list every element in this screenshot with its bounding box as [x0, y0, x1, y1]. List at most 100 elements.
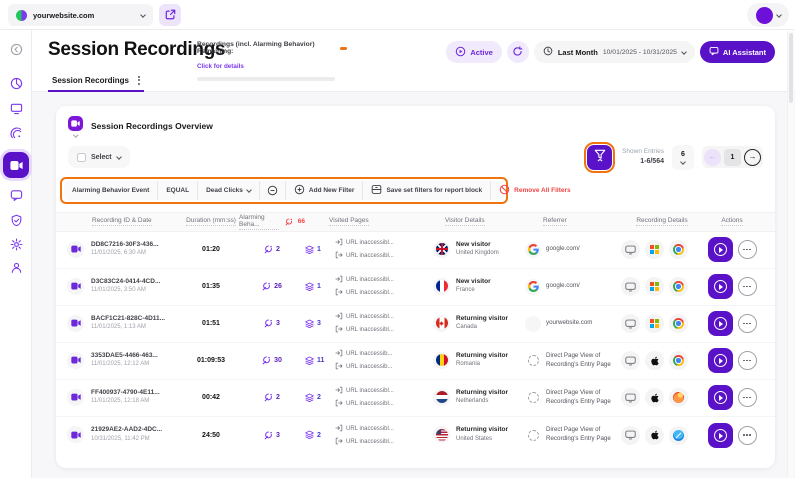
play-recording-button[interactable]: [708, 274, 733, 299]
sidebar-item-chat[interactable]: [9, 188, 24, 203]
sidebar-item-shield[interactable]: [9, 213, 24, 228]
sidebar-item-recordings[interactable]: [3, 152, 29, 178]
play-recording-button[interactable]: [708, 348, 733, 373]
visitor-type: New visitor: [456, 241, 499, 249]
col-duration[interactable]: Duration (mm:ss): [186, 217, 236, 226]
save-filters-button[interactable]: Save set filters for report block: [363, 181, 491, 200]
play-icon: [714, 317, 727, 330]
chrome-browser-icon: [669, 240, 688, 259]
remove-all-filters-button[interactable]: Remove All Filters: [491, 181, 578, 200]
date-range-picker[interactable]: Last Month 10/01/2025 - 10/31/2025: [534, 41, 695, 63]
sidebar-item-profile[interactable]: [9, 260, 24, 275]
chevron-down-icon[interactable]: [73, 132, 78, 137]
col-referrer[interactable]: Referrer: [543, 217, 567, 226]
scrollbar[interactable]: [787, 31, 794, 477]
select-checkbox[interactable]: [77, 153, 86, 162]
active-status-button[interactable]: Active: [446, 41, 502, 63]
col-alarming[interactable]: Alarming Beha...: [239, 214, 279, 230]
filter-operator[interactable]: EQUAL: [158, 181, 198, 200]
row-more-button[interactable]: [738, 388, 757, 407]
entry-page[interactable]: URL inaccessib...: [335, 349, 392, 359]
open-site-button[interactable]: [159, 4, 181, 26]
entry-url: URL inaccessibl...: [346, 426, 394, 432]
col-visitor-details[interactable]: Visitor Details: [445, 217, 485, 226]
exit-page[interactable]: URL inaccessibl...: [335, 437, 394, 447]
col-actions: Actions: [721, 217, 742, 226]
alarming-count: 3: [276, 432, 280, 439]
desktop-device-icon: [621, 314, 640, 333]
blank-favicon: [525, 316, 541, 332]
alarming-behavior-icon: [262, 356, 271, 365]
col-recording-id[interactable]: Recording ID & Date: [92, 217, 152, 226]
page-size-select[interactable]: 6: [672, 145, 694, 170]
duration-value: 01:51: [202, 320, 220, 327]
entry-page[interactable]: URL inaccessibl...: [335, 275, 394, 285]
table-row[interactable]: 21929AE2-AAD2-4DC... 10/31/2025, 11:42 P…: [56, 417, 775, 454]
next-page-button[interactable]: →: [744, 149, 761, 166]
table-row[interactable]: 3353DAE5-4466-463... 11/01/2025, 12:12 A…: [56, 343, 775, 380]
row-more-button[interactable]: [738, 426, 757, 445]
play-recording-button[interactable]: [708, 237, 733, 262]
exit-page-icon: [335, 288, 343, 298]
play-recording-button[interactable]: [708, 423, 733, 448]
filter-field[interactable]: Alarming Behavior Event: [64, 181, 158, 200]
exit-page-icon: [335, 362, 343, 372]
entry-page[interactable]: URL inaccessibl...: [335, 424, 394, 434]
tab-session-recordings[interactable]: Session Recordings: [48, 70, 144, 92]
recording-id: 3353DAE5-4466-463...: [91, 352, 158, 360]
pages-count: 2: [317, 432, 321, 439]
referrer-text: Direct Page View of Recording's Entry Pa…: [546, 389, 616, 406]
pages-count: 11: [317, 357, 324, 364]
site-selector[interactable]: yourwebsite.com: [8, 4, 153, 26]
col-recording-details[interactable]: Recording Details: [636, 217, 687, 226]
scrollbar-thumb[interactable]: [789, 33, 793, 103]
entry-page[interactable]: URL inaccessibl...: [335, 386, 394, 396]
remove-filter-button[interactable]: [267, 185, 278, 196]
ai-assistant-button[interactable]: AI Assistant: [700, 41, 775, 63]
shield-icon: [10, 214, 23, 227]
sidebar-item-settings[interactable]: [9, 237, 24, 252]
chrome-browser-icon: [669, 314, 688, 333]
add-new-filter-button[interactable]: Add New Filter: [286, 181, 364, 200]
country-flag-icon: [433, 389, 450, 406]
table-row[interactable]: FF400937-4790-4E11... 11/01/2025, 12:18 …: [56, 380, 775, 417]
exit-page[interactable]: URL inaccessibl...: [335, 288, 394, 298]
session-recordings-card: Session Recordings Overview Select Shown: [56, 106, 775, 468]
header-controls: Active Last Month 10/01/2025 - 10/31/202…: [446, 41, 775, 63]
table-row[interactable]: BACF1C21-828C-4D11... 11/01/2025, 1:13 A…: [56, 306, 775, 343]
row-more-button[interactable]: [738, 240, 757, 259]
select-dropdown[interactable]: Select: [68, 146, 130, 168]
alarming-count: 2: [276, 246, 280, 253]
user-menu[interactable]: [747, 3, 789, 27]
row-more-button[interactable]: [738, 314, 757, 333]
entry-page[interactable]: URL inaccessibl...: [335, 238, 394, 248]
sidebar-item-analytics[interactable]: [9, 76, 24, 91]
table-row[interactable]: D3C83C24-0414-4CD... 11/01/2025, 3:50 AM…: [56, 269, 775, 306]
table-row[interactable]: DD8C7216-30F3-436... 11/01/2025, 6:30 AM…: [56, 232, 775, 269]
layers-icon: [305, 426, 314, 444]
play-recording-button[interactable]: [708, 311, 733, 336]
entry-page-icon: [335, 424, 343, 434]
exit-page[interactable]: URL inaccessib...: [335, 362, 392, 372]
play-recording-button[interactable]: [708, 385, 733, 410]
exit-page-icon: [335, 399, 343, 409]
usage-details-link[interactable]: Click for details: [197, 63, 244, 70]
entry-page[interactable]: URL inaccessibl...: [335, 312, 394, 322]
sidebar-item-collapse[interactable]: [9, 42, 24, 57]
exit-page[interactable]: URL inaccessibl...: [335, 251, 394, 261]
sidebar-item-waves[interactable]: [9, 126, 24, 141]
filter-value-dropdown[interactable]: Dead Clicks: [198, 181, 260, 200]
exit-page[interactable]: URL inaccessibl...: [335, 399, 394, 409]
row-more-button[interactable]: [738, 351, 757, 370]
layers-icon: [305, 389, 314, 407]
col-visited-pages[interactable]: Visited Pages: [329, 217, 369, 226]
kebab-menu-icon[interactable]: [138, 76, 140, 85]
row-more-button[interactable]: [738, 277, 757, 296]
main-area: Session Recordings Recordings (incl. Ala…: [32, 30, 795, 478]
sidebar-item-screens[interactable]: [9, 101, 24, 116]
exit-page[interactable]: URL inaccessibl...: [335, 325, 394, 335]
visitor-country: United Kingdom: [456, 250, 499, 258]
filter-button[interactable]: [587, 145, 612, 170]
prev-page-button[interactable]: ←: [704, 149, 721, 166]
refresh-button[interactable]: [507, 41, 529, 63]
